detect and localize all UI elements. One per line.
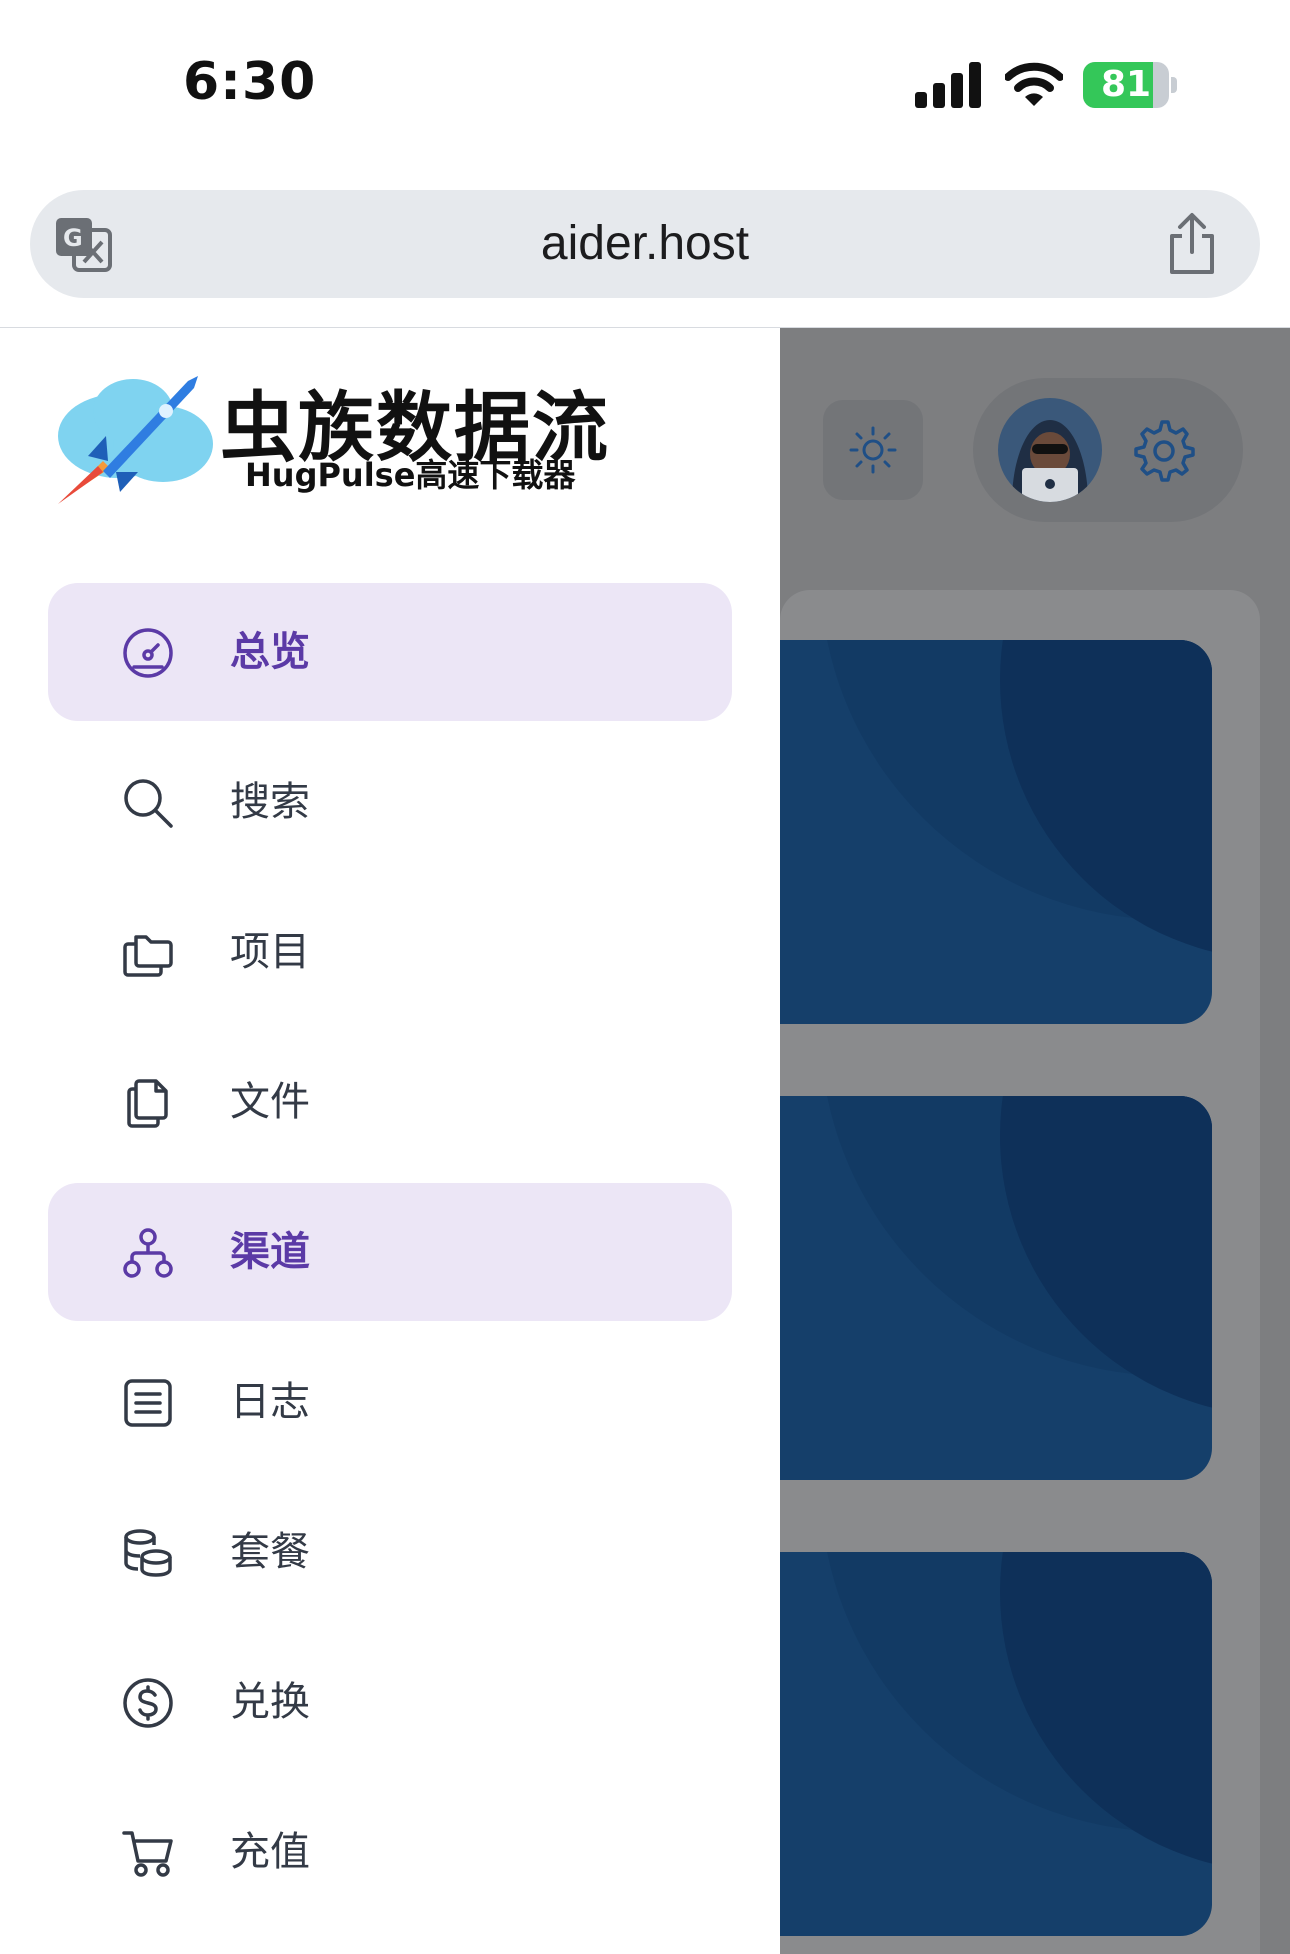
nav-label: 兑换	[230, 1679, 310, 1725]
channel-hierarchy-icon	[123, 1228, 173, 1278]
nav-item-channels[interactable]: 渠道	[48, 1183, 732, 1321]
battery-indicator: 81	[1083, 62, 1177, 108]
settings-gear-icon[interactable]	[1133, 420, 1195, 482]
theme-toggle-button[interactable]	[823, 400, 923, 500]
folders-icon	[123, 935, 173, 977]
navigation-drawer: 虫族数据流 HugPulse高速下载器 总览 搜索 项目 文件 渠道 日志 套餐…	[0, 328, 780, 1954]
nav-label: 总览	[230, 629, 310, 675]
files-icon	[127, 1079, 168, 1128]
url-text[interactable]: aider.host	[30, 190, 1260, 298]
status-bar: 6:30 81	[0, 0, 1290, 175]
rocket-cloud-logo[interactable]	[48, 366, 228, 506]
search-icon	[124, 779, 173, 828]
nav-label: 充值	[230, 1829, 310, 1875]
sun-icon	[849, 426, 897, 474]
nav-item-projects[interactable]: 项目	[48, 883, 732, 1021]
stat-card[interactable]	[780, 640, 1212, 1024]
wifi-icon	[1005, 62, 1063, 106]
nav-item-overview[interactable]: 总览	[48, 583, 732, 721]
stat-card[interactable]	[780, 1552, 1212, 1936]
nav-item-search[interactable]: 搜索	[48, 733, 732, 871]
content-panel	[780, 590, 1260, 1954]
nav-item-topup[interactable]: 充值	[48, 1783, 732, 1921]
battery-percent: 81	[1100, 64, 1152, 105]
nav-label: 文件	[230, 1079, 310, 1125]
status-time: 6:30	[183, 52, 317, 112]
coins-stack-icon	[124, 1529, 172, 1577]
log-list-icon	[124, 1379, 172, 1427]
brand-subtitle: HugPulse高速下载器	[245, 456, 576, 494]
nav-item-redeem[interactable]: 兑换	[48, 1633, 732, 1771]
nav-item-plans[interactable]: 套餐	[48, 1483, 732, 1621]
nav-label: 套餐	[230, 1529, 310, 1575]
avatar[interactable]	[998, 398, 1102, 502]
nav-item-files[interactable]: 文件	[48, 1033, 732, 1171]
share-icon[interactable]	[1164, 212, 1220, 276]
address-bar[interactable]: aider.host G	[30, 190, 1260, 298]
nav-label: 渠道	[230, 1229, 310, 1275]
svg-text:G: G	[63, 224, 83, 252]
page-overlay[interactable]	[780, 328, 1290, 1954]
dashboard-icon	[123, 628, 173, 678]
cellular-signal-icon	[915, 62, 981, 108]
nav-label: 项目	[230, 929, 310, 975]
stat-card[interactable]	[780, 1096, 1212, 1480]
nav-label: 日志	[230, 1379, 310, 1425]
nav-item-logs[interactable]: 日志	[48, 1333, 732, 1471]
nav-label: 搜索	[230, 779, 310, 825]
translate-icon[interactable]: G	[54, 214, 114, 274]
shopping-cart-icon	[122, 1831, 173, 1877]
dollar-circle-icon	[123, 1678, 173, 1728]
profile-menu[interactable]	[973, 378, 1243, 522]
